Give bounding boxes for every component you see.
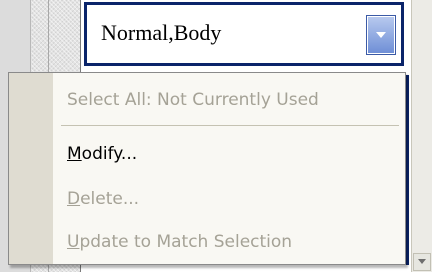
menu-item-label: elete... xyxy=(80,189,140,209)
style-item-label: Normal,Body xyxy=(101,20,222,45)
scroll-down-button[interactable] xyxy=(413,253,431,271)
style-context-menu: Select All: Not Currently Used Modify...… xyxy=(8,72,406,265)
menu-item-accelerator: D xyxy=(67,189,81,209)
menu-item-accelerator: M xyxy=(67,144,82,164)
menu-item-label: pdate to Match Selection xyxy=(79,232,293,252)
style-list-item-normal-body[interactable]: Normal,Body xyxy=(84,2,404,66)
menu-item-update-to-match-selection[interactable]: Update to Match Selection xyxy=(9,227,405,257)
chevron-down-icon xyxy=(376,32,386,38)
menu-item-delete[interactable]: Delete... xyxy=(9,184,405,214)
menu-item-select-all[interactable]: Select All: Not Currently Used xyxy=(9,85,405,115)
scroll-down-arrow-icon xyxy=(418,259,426,264)
menu-item-modify[interactable]: Modify... xyxy=(9,139,405,169)
vertical-scrollbar[interactable] xyxy=(411,0,432,272)
menu-item-label: Select All: Not Currently Used xyxy=(67,90,319,110)
menu-item-label: odify... xyxy=(81,144,138,164)
menu-separator xyxy=(61,125,399,126)
menu-item-accelerator: U xyxy=(67,232,80,252)
style-dropdown-button[interactable] xyxy=(366,15,396,55)
